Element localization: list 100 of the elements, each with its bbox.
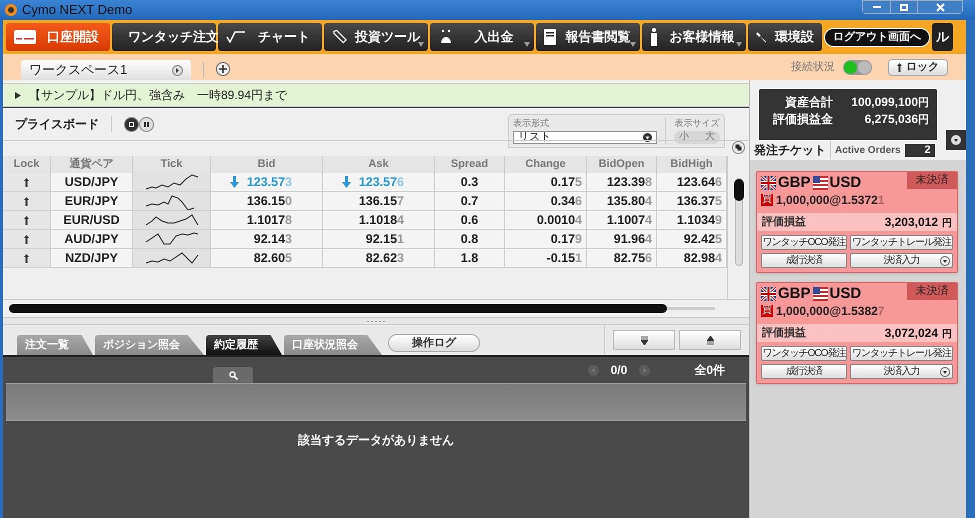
order-button[interactable]: ワンタッチOCO発注	[761, 346, 847, 361]
search-icon	[228, 370, 238, 380]
caret-icon	[524, 42, 530, 47]
maximize-button[interactable]	[890, 1, 917, 13]
connection-label: 接続状況	[791, 60, 835, 76]
arrow-down-icon	[230, 176, 239, 188]
menu-tab[interactable]: 口座開設	[6, 23, 110, 51]
menu-tab[interactable]: 投資ツール	[324, 23, 428, 51]
arrow-up-icon	[706, 336, 714, 344]
table-cell: 82.756	[587, 249, 657, 268]
expand-summary-button[interactable]	[946, 130, 966, 150]
popout-icon[interactable]	[732, 141, 745, 154]
lock-toggle-icon[interactable]	[24, 234, 29, 244]
search-tab[interactable]	[213, 367, 253, 383]
order-button[interactable]: ワンタッチトレール発注	[850, 235, 953, 250]
arrow-up-icon	[897, 63, 902, 72]
play-circle-icon	[172, 64, 183, 76]
bottom-tab[interactable]: 約定履歴	[206, 335, 282, 355]
side-badge: 買	[761, 194, 773, 206]
price-cell[interactable]: 82.623	[323, 249, 435, 268]
flag-icon	[761, 176, 776, 190]
logout-button[interactable]: ログアウト画面へ	[824, 28, 930, 46]
arrow-down-icon	[342, 176, 351, 188]
status-badge: 未決済	[907, 172, 957, 189]
menu-tab[interactable]: お客様情報	[642, 23, 746, 51]
pl-value: 3,072,024 円	[884, 325, 952, 342]
pl-label: 評価損益	[762, 214, 806, 230]
pl-label: 評価損益	[762, 326, 806, 341]
position-amount: 1,000,000@1.53827	[776, 303, 884, 320]
lock-toggle-icon[interactable]	[24, 178, 29, 186]
arrow-down-icon	[640, 336, 648, 344]
close-icon	[936, 2, 944, 12]
collapse-down-button[interactable]	[613, 330, 675, 350]
lock-button[interactable]: ロック	[888, 59, 948, 76]
splitter-handle[interactable]	[3, 317, 749, 325]
side-badge: 買	[761, 305, 773, 317]
plus-icon	[219, 65, 227, 73]
pager-text: 0/0	[610, 362, 628, 379]
add-tab-button[interactable]	[216, 62, 230, 76]
minimize-button[interactable]	[863, 1, 890, 13]
wrench-icon	[756, 30, 767, 44]
flag-icon	[812, 286, 828, 300]
status-badge: 未決済	[907, 283, 957, 300]
table-cell: -0.151	[505, 249, 587, 268]
order-count-badge: 2	[904, 144, 935, 156]
ticket-tab[interactable]: 発注チケット	[750, 141, 830, 159]
summary-value: 6,275,036円	[864, 111, 929, 128]
currency-pair: GBP USD	[778, 175, 862, 190]
summary-label: 資産合計	[784, 94, 833, 111]
summary-label: 評価損益金	[772, 111, 833, 128]
pencil-icon	[332, 29, 347, 45]
workspace-tab[interactable]: ワークスペース1	[21, 60, 191, 80]
caret-icon	[736, 42, 742, 47]
order-button[interactable]: ワンタッチOCO発注	[761, 235, 847, 250]
vertical-scrollbar[interactable]	[734, 178, 742, 266]
single-view-button[interactable]	[124, 116, 139, 132]
lock-toggle-icon[interactable]	[24, 216, 29, 224]
dropdown-icon	[940, 256, 950, 266]
news-ticker[interactable]: 【サンプル】ドル円、強含み 一時89.94円まで	[3, 83, 749, 107]
menu-tab[interactable]: 環境設	[748, 23, 822, 51]
flag-icon	[812, 176, 828, 190]
dropdown-icon	[940, 366, 950, 376]
window-title: Cymo NEXT Demo	[22, 1, 132, 20]
menu-tab[interactable]: ル	[932, 23, 953, 51]
panel-title: プライスボード	[15, 116, 99, 133]
card-icon	[14, 30, 36, 44]
table-cell: 1.8	[435, 249, 505, 268]
order-button[interactable]: 決済入力	[850, 364, 953, 379]
menu-tab[interactable]: 報告書閲覧	[536, 23, 640, 51]
lock-toggle-icon[interactable]	[24, 254, 29, 262]
currency-pair: GBP USD	[778, 286, 862, 301]
order-button[interactable]: ワンタッチトレール発注	[850, 346, 953, 361]
app-logo-icon	[4, 3, 18, 17]
position-amount: 1,000,000@1.53721	[776, 192, 884, 209]
caret-icon	[630, 42, 636, 47]
dropdown-icon	[951, 135, 961, 145]
field-label: 表示形式	[513, 117, 550, 130]
log-button[interactable]: 操作ログ	[388, 334, 480, 352]
flag-icon	[761, 286, 776, 300]
tick-sparkline	[144, 173, 200, 191]
summary-value: 100,099,100円	[850, 94, 929, 111]
expand-up-button[interactable]	[679, 330, 741, 350]
chart-line-icon	[226, 31, 246, 43]
order-button[interactable]: 成行決済	[761, 364, 847, 379]
menu-tab[interactable]: チャート	[218, 23, 322, 51]
pl-value: 3,203,012 円	[884, 214, 952, 231]
close-button[interactable]	[917, 1, 962, 13]
dropdown-icon	[643, 132, 652, 142]
table-cell: 82.984	[657, 249, 727, 268]
document-icon	[544, 29, 556, 45]
empty-message: 該当するデータがありません	[298, 432, 454, 449]
order-button[interactable]: 決済入力	[850, 253, 953, 268]
lock-toggle-icon[interactable]	[24, 196, 29, 206]
menu-tab[interactable]: 入出金	[430, 23, 534, 51]
total-count: 全0件	[694, 362, 725, 379]
split-view-button[interactable]	[139, 116, 154, 132]
order-button[interactable]: 成行決済	[761, 253, 847, 268]
caret-icon	[418, 42, 424, 47]
price-cell[interactable]: 82.605	[211, 249, 323, 268]
play-icon	[15, 92, 21, 98]
